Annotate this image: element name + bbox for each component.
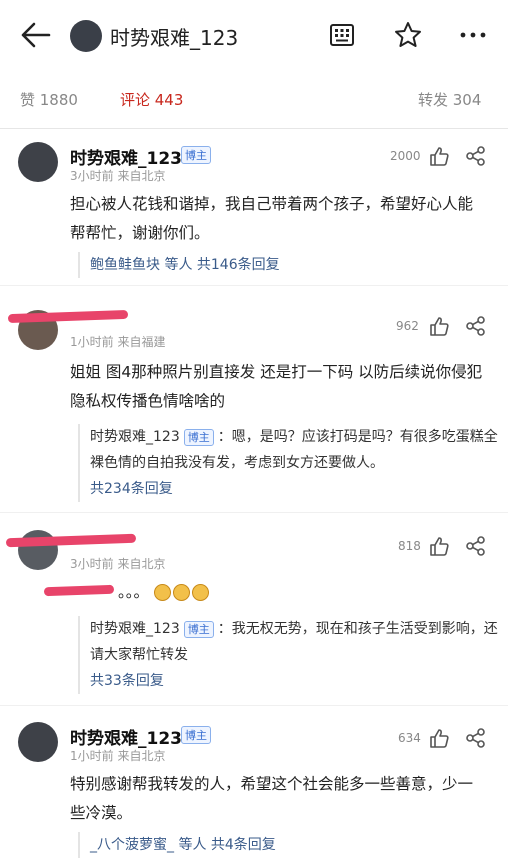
comments-tab[interactable]: 评论 443: [120, 89, 183, 110]
thumbs-up-icon[interactable]: [428, 315, 450, 337]
comment-meta: 1小时前 来自北京: [70, 749, 166, 763]
emoji-icon: [172, 584, 190, 601]
reply-summary[interactable]: 鲍鱼鲑鱼块 等人 共146条回复: [78, 252, 508, 278]
reposts-tab[interactable]: 转发 304: [418, 89, 481, 110]
share-icon[interactable]: [465, 315, 487, 337]
top-bar: 时势艰难_123: [0, 0, 508, 70]
avatar[interactable]: [18, 722, 58, 762]
redaction-mark: [7, 309, 129, 324]
reply-summary[interactable]: _八个菠萝蜜_ 等人 共4条回复: [78, 832, 508, 858]
comment-author[interactable]: 时势艰难_123: [70, 724, 182, 749]
more-icon[interactable]: [458, 20, 488, 50]
share-icon[interactable]: [465, 727, 487, 749]
comment-text-content: 。。。: [118, 583, 150, 601]
star-icon[interactable]: [393, 20, 423, 50]
reply-count-link[interactable]: 共234条回复: [90, 476, 508, 502]
comment-text: 姐姐 图4那种照片别直接发 还是打一下码 以防后续说你侵犯隐私权传播色情啥啥的: [70, 363, 483, 410]
reply-author[interactable]: 时势艰难_123: [90, 429, 180, 445]
likes-tab[interactable]: 赞 1880: [20, 89, 78, 110]
emoji-icon: [153, 584, 171, 601]
divider: [0, 512, 508, 513]
comment-meta: 1小时前 来自福建: [70, 335, 166, 349]
like-count: 818: [398, 539, 421, 553]
reply-summary-text[interactable]: 鲍鱼鲑鱼块 等人 共146条回复: [90, 257, 280, 273]
page-title[interactable]: 时势艰难_123: [110, 22, 238, 51]
like-count: 634: [398, 731, 421, 745]
thumbs-up-icon[interactable]: [428, 145, 450, 167]
thumbs-up-icon[interactable]: [428, 727, 450, 749]
like-count: 2000: [390, 149, 421, 163]
reply-author-badge: 博主: [183, 621, 214, 638]
thumbs-up-icon[interactable]: [428, 535, 450, 557]
reply-thread[interactable]: 时势艰难_123 博主 ：我无权无势，现在和孩子生活受到影响，还请大家帮忙转发 共3…: [78, 616, 508, 694]
comment-meta: 3小时前 来自北京: [70, 557, 166, 571]
comment-text: 。。。: [118, 578, 508, 607]
divider: [0, 285, 508, 286]
share-icon[interactable]: [465, 145, 487, 167]
comment-meta: 3小时前 来自北京: [70, 169, 166, 183]
like-count: 962: [396, 319, 419, 333]
reply-author[interactable]: 时势艰难_123: [90, 621, 180, 637]
reply-count-link[interactable]: 共33条回复: [90, 668, 508, 694]
share-icon[interactable]: [465, 535, 487, 557]
author-badge: 博主: [181, 146, 211, 164]
back-arrow-icon[interactable]: [18, 20, 52, 50]
comment-author[interactable]: 时势艰难_123: [70, 144, 182, 169]
avatar[interactable]: [18, 142, 58, 182]
divider: [0, 705, 508, 706]
reply-author-badge: 博主: [183, 429, 214, 446]
keyboard-icon[interactable]: [327, 20, 357, 50]
author-badge: 博主: [181, 726, 211, 744]
redaction-mark: [43, 584, 115, 597]
reply-thread[interactable]: 时势艰难_123 博主 ：嗯，是吗？应该打码是吗？有很多吃蛋糕全裸色情的自拍我没有发…: [78, 424, 508, 502]
stats-bar: 赞 1880 评论 443 转发 304: [0, 70, 508, 129]
emoji-icon: [191, 584, 209, 601]
comment-text: 担心被人花钱和谐掉，我自己带着两个孩子，希望好心人能帮帮忙，谢谢你们。: [70, 195, 474, 242]
author-avatar[interactable]: [70, 20, 102, 52]
reply-summary-text[interactable]: _八个菠萝蜜_ 等人 共4条回复: [90, 837, 276, 853]
comment-text: 特别感谢帮我转发的人，希望这个社会能多一些善意，少一些冷漠。: [70, 775, 474, 822]
